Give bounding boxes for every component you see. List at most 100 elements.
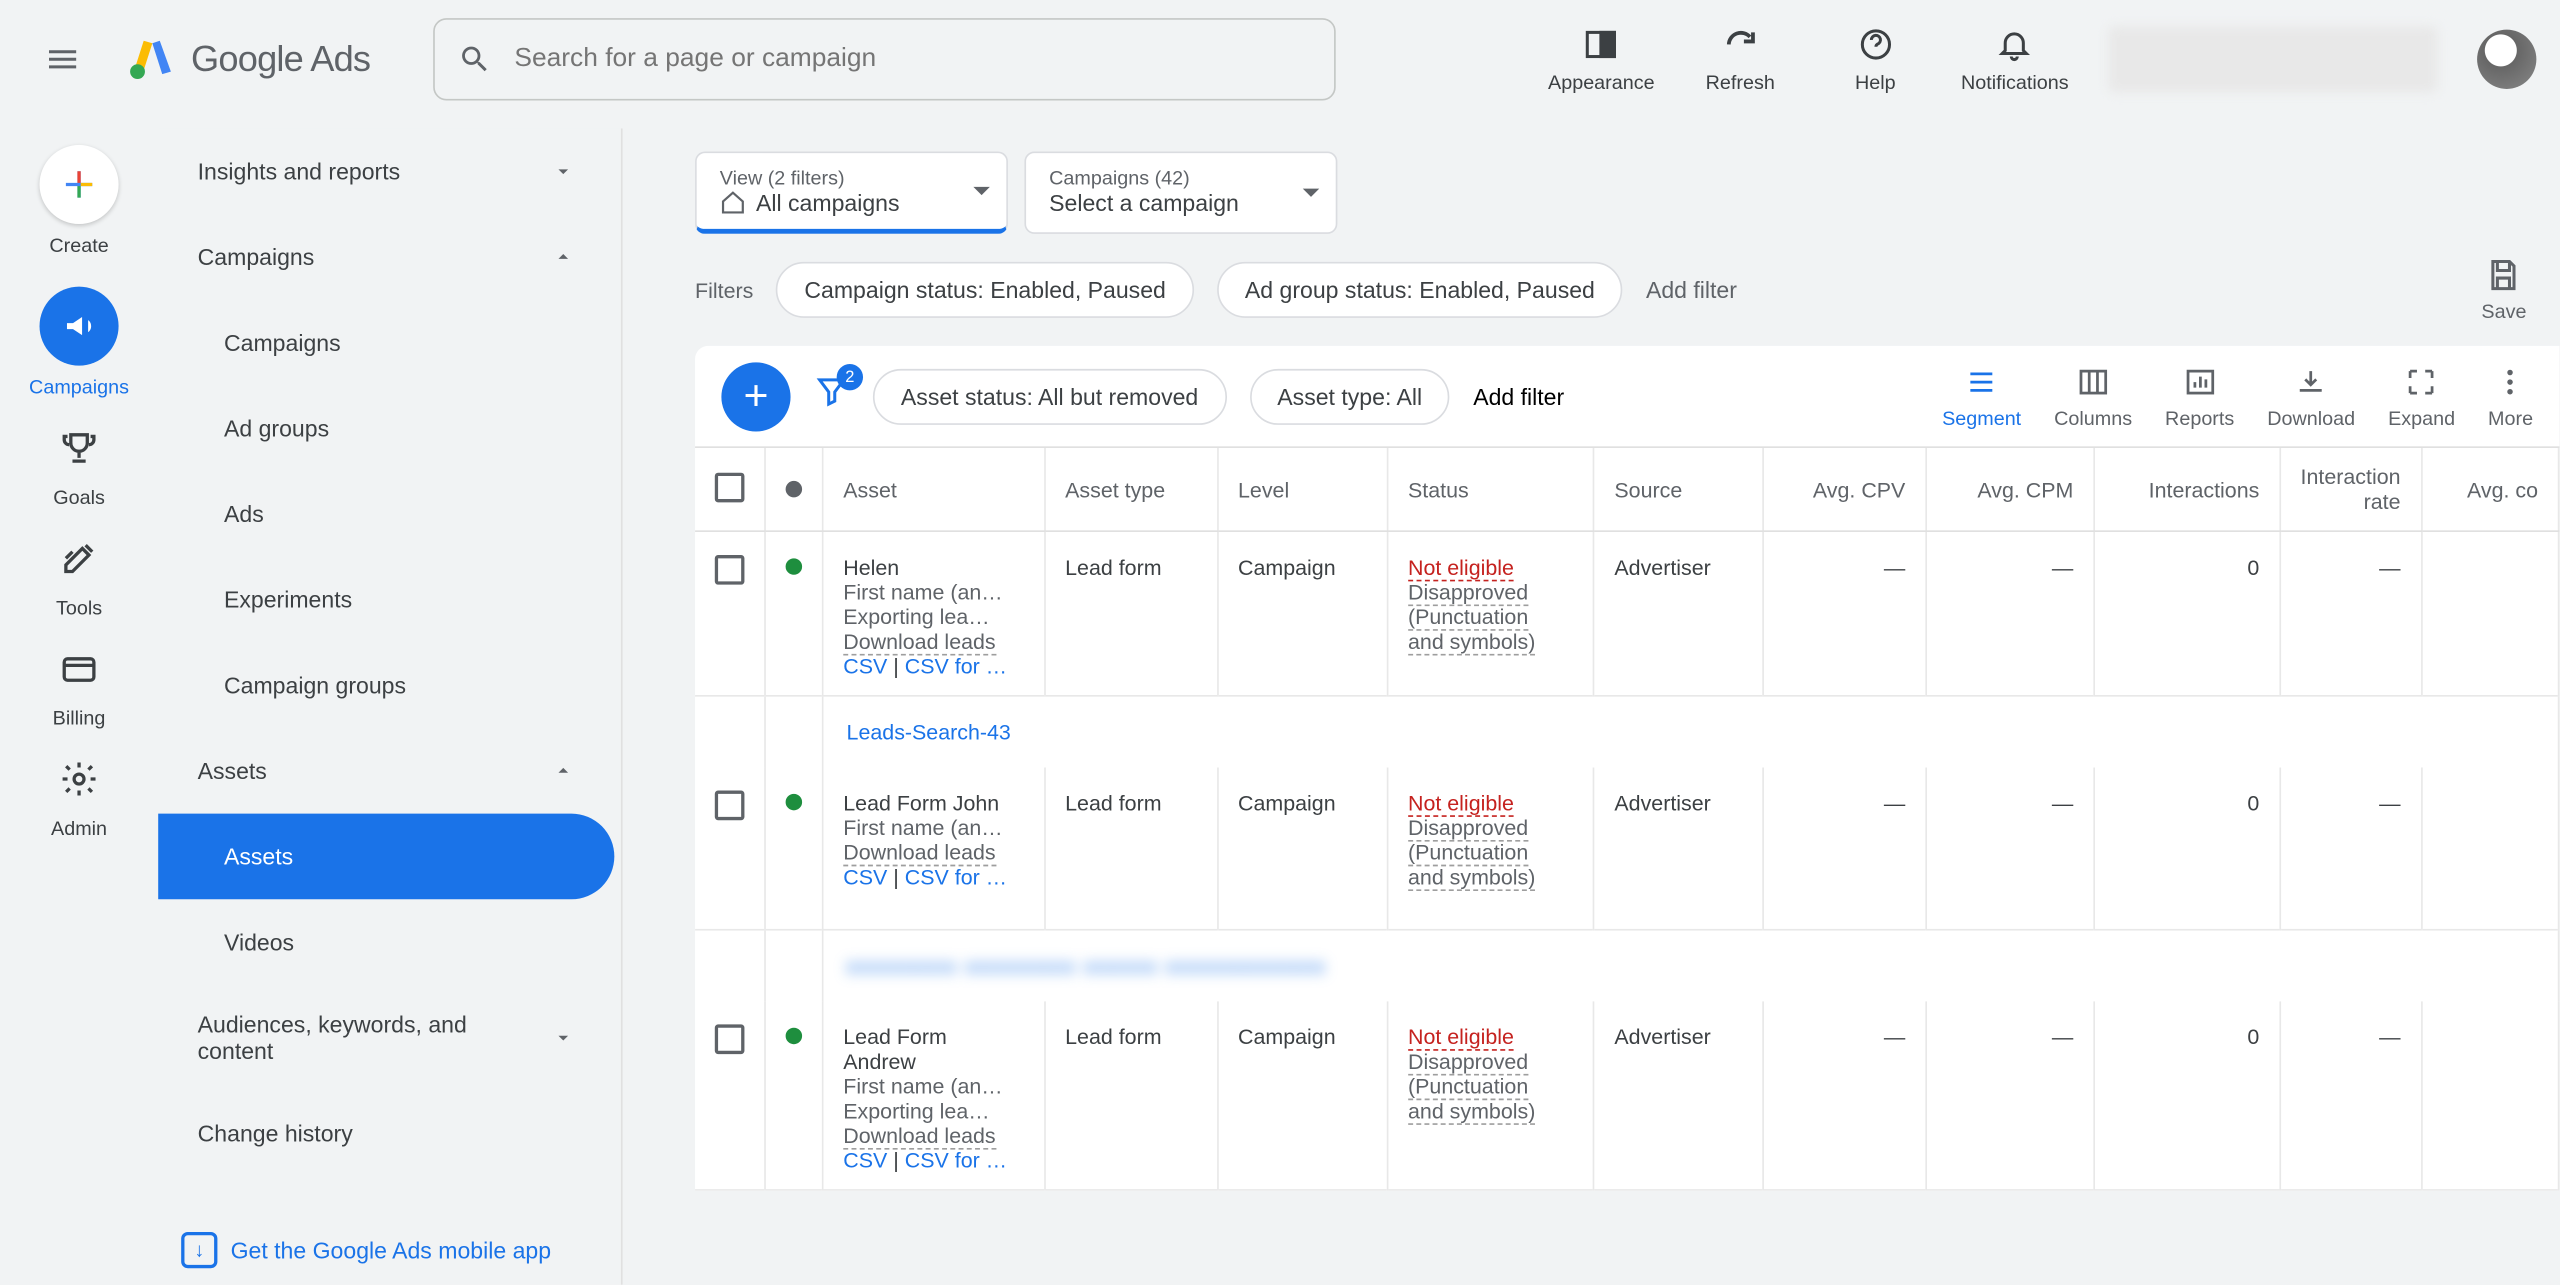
cell-cpv: — xyxy=(1762,768,1926,929)
csv-link[interactable]: CSV xyxy=(843,1147,887,1172)
col-level[interactable]: Level xyxy=(1217,448,1387,531)
col-avg-cost[interactable]: Avg. co xyxy=(2421,448,2558,531)
col-asset[interactable]: Asset xyxy=(823,448,1045,531)
col-status[interactable]: Status xyxy=(1387,448,1593,531)
nav-sub-assets[interactable]: Assets xyxy=(158,814,614,900)
help-button[interactable]: Help xyxy=(1826,25,1925,94)
rail-billing[interactable]: Billing xyxy=(53,649,106,730)
nav-insights[interactable]: Insights and reports xyxy=(158,128,614,214)
rail-goals[interactable]: Goals xyxy=(53,428,105,509)
view-label: View (2 filters) xyxy=(720,166,941,189)
nav-sub-campaign-groups[interactable]: Campaign groups xyxy=(158,642,614,728)
nav-assets[interactable]: Assets xyxy=(158,728,614,814)
csv-for-link[interactable]: CSV for … xyxy=(905,654,1007,679)
nav-audiences[interactable]: Audiences, keywords, and content xyxy=(158,985,614,1090)
rail-campaigns[interactable]: Campaigns xyxy=(29,287,129,399)
status-dot xyxy=(786,558,802,574)
columns-icon xyxy=(2077,365,2110,398)
csv-for-link[interactable]: CSV for … xyxy=(905,1147,1007,1172)
cell-level: Campaign xyxy=(1217,531,1387,696)
col-interactions[interactable]: Interactions xyxy=(2094,448,2280,531)
col-asset-type[interactable]: Asset type xyxy=(1045,448,1218,531)
filter-chip-adgroup-status[interactable]: Ad group status: Enabled, Paused xyxy=(1217,262,1623,318)
table-row[interactable]: Lead Form John First name (an… Download … xyxy=(695,768,2559,929)
segment-button[interactable]: Segment xyxy=(1942,363,2021,429)
campaign-header-row: Leads-Search-43 xyxy=(695,696,2559,768)
add-asset-button[interactable]: + xyxy=(721,362,790,431)
campaign-link[interactable]: xxxxxxxxx xxxxxxxxx xxxxxx xxxxxxxxxxxxx xyxy=(847,953,1327,978)
col-source[interactable]: Source xyxy=(1594,448,1762,531)
plus-icon xyxy=(59,165,99,205)
row-checkbox[interactable] xyxy=(715,1024,745,1054)
nav-sub-campaigns[interactable]: Campaigns xyxy=(158,300,614,386)
avatar[interactable] xyxy=(2477,30,2536,89)
filter-button[interactable]: 2 xyxy=(814,374,850,418)
download-button[interactable]: Download xyxy=(2267,363,2355,429)
chip-asset-status[interactable]: Asset status: All but removed xyxy=(873,368,1226,424)
chip-asset-type[interactable]: Asset type: All xyxy=(1249,368,1450,424)
create-button[interactable]: Create xyxy=(40,145,119,257)
cell-cost xyxy=(2421,531,2558,696)
cell-cpm: — xyxy=(1926,531,2094,696)
download-leads-link[interactable]: Download leads xyxy=(843,1122,995,1148)
nav-change-history[interactable]: Change history xyxy=(158,1090,614,1176)
mobile-app-link[interactable]: Get the Google Ads mobile app xyxy=(231,1237,551,1263)
nav-sub-adgroups[interactable]: Ad groups xyxy=(158,385,614,471)
status-dot-header[interactable] xyxy=(786,480,802,496)
expand-button[interactable]: Expand xyxy=(2388,363,2455,429)
download-leads-link[interactable]: Download leads xyxy=(843,629,995,655)
col-avg-cpm[interactable]: Avg. CPM xyxy=(1926,448,2094,531)
rail-goals-label: Goals xyxy=(53,486,105,509)
nav-sub-videos[interactable]: Videos xyxy=(158,899,614,985)
cell-cpm: — xyxy=(1926,768,2094,929)
campaign-link[interactable]: Leads-Search-43 xyxy=(847,720,1011,745)
reports-button[interactable]: Reports xyxy=(2165,363,2234,429)
cell-level: Campaign xyxy=(1217,1001,1387,1190)
search-box[interactable] xyxy=(433,18,1336,100)
columns-button[interactable]: Columns xyxy=(2054,363,2132,429)
csv-link[interactable]: CSV xyxy=(843,865,887,890)
nav-sub-experiments[interactable]: Experiments xyxy=(158,557,614,643)
add-filter-button[interactable]: Add filter xyxy=(1646,277,1737,303)
mobile-app-cta[interactable]: ↓ Get the Google Ads mobile app xyxy=(181,1232,551,1268)
campaign-selector[interactable]: Campaigns (42) Select a campaign xyxy=(1024,152,1337,234)
table-add-filter[interactable]: Add filter xyxy=(1473,383,1564,409)
table-row[interactable]: Lead FormAndrew First name (an… Exportin… xyxy=(695,1001,2559,1190)
chevron-up-icon xyxy=(552,245,575,268)
row-checkbox[interactable] xyxy=(715,791,745,821)
gear-icon xyxy=(59,759,99,799)
menu-button[interactable] xyxy=(23,20,102,99)
appearance-button[interactable]: Appearance xyxy=(1548,25,1655,94)
refresh-button[interactable]: Refresh xyxy=(1691,25,1790,94)
bell-icon xyxy=(1997,26,2033,62)
google-ads-icon xyxy=(125,35,174,84)
filter-chip-campaign-status[interactable]: Campaign status: Enabled, Paused xyxy=(776,262,1193,318)
select-all-checkbox[interactable] xyxy=(715,472,745,502)
save-button[interactable]: Save xyxy=(2481,257,2526,323)
table-panel: + 2 Asset status: All but removed Asset … xyxy=(695,346,2559,1190)
cell-cost xyxy=(2421,768,2558,929)
filter-badge: 2 xyxy=(837,364,863,390)
col-avg-cpv[interactable]: Avg. CPV xyxy=(1762,448,1926,531)
rail-tools[interactable]: Tools xyxy=(56,539,102,620)
cell-source: Advertiser xyxy=(1594,531,1762,696)
csv-link[interactable]: CSV xyxy=(843,654,887,679)
segment-icon xyxy=(1965,365,1998,398)
asset-meta: First name (an… xyxy=(843,815,1024,840)
table-row[interactable]: Helen First name (an… Exporting lea… Dow… xyxy=(695,531,2559,696)
nav-sub-ads[interactable]: Ads xyxy=(158,471,614,557)
logo[interactable]: Google Ads xyxy=(125,35,370,84)
nav-campaigns[interactable]: Campaigns xyxy=(158,214,614,300)
notifications-button[interactable]: Notifications xyxy=(1961,25,2069,94)
col-interaction-rate[interactable]: Interaction rate xyxy=(2280,448,2421,531)
download-leads-link[interactable]: Download leads xyxy=(843,840,995,866)
search-input[interactable] xyxy=(514,44,1310,74)
more-button[interactable]: More xyxy=(2488,363,2533,429)
account-selector[interactable] xyxy=(2108,26,2437,92)
csv-for-link[interactable]: CSV for … xyxy=(905,865,1007,890)
main-content: View (2 filters) All campaigns Campaigns… xyxy=(629,128,2559,1284)
view-selector[interactable]: View (2 filters) All campaigns xyxy=(695,152,1008,234)
cell-asset-type: Lead form xyxy=(1045,1001,1218,1190)
row-checkbox[interactable] xyxy=(715,555,745,585)
rail-admin[interactable]: Admin xyxy=(51,759,107,840)
